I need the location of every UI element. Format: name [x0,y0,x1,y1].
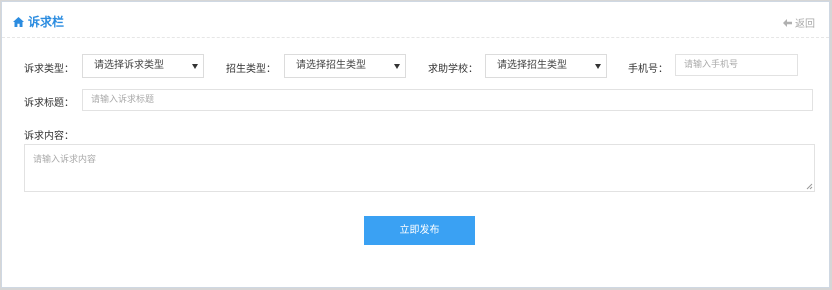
home-icon [13,16,24,27]
phone-label: 手机号： [628,64,668,75]
panel-title-text: 诉求栏 [28,15,65,29]
content-label: 诉求内容： [24,131,74,142]
appeal-type-value: 请选择诉求类型 [94,60,164,71]
school-label: 求助学校： [428,64,478,75]
appeal-panel: 诉求栏 返回 诉求类型： 请选择诉求类型 招生类型： 请选择招生类型 求助学校：… [1,1,830,288]
back-label: 返回 [795,19,815,30]
phone-input[interactable]: 请输入手机号 [675,54,798,76]
enroll-type-select[interactable]: 请选择招生类型 [284,54,406,78]
content-textarea[interactable]: 请输入诉求内容 [24,144,815,192]
panel-title: 诉求栏 [13,13,64,30]
enroll-type-label: 招生类型： [226,64,276,75]
caret-down-icon [394,64,400,69]
subject-label: 诉求标题： [24,98,74,109]
subject-input[interactable]: 请输入诉求标题 [82,89,813,111]
back-button[interactable]: 返回 [783,15,815,30]
caret-down-icon [595,64,601,69]
caret-down-icon [192,64,198,69]
arrow-left-icon [783,18,792,27]
appeal-type-select[interactable]: 请选择诉求类型 [82,54,204,78]
phone-placeholder: 请输入手机号 [684,60,739,70]
school-select[interactable]: 请选择招生类型 [485,54,607,78]
subject-placeholder: 请输入诉求标题 [91,95,155,105]
appeal-type-label: 诉求类型： [24,64,74,75]
resize-grip-icon[interactable] [806,183,813,190]
panel-header: 诉求栏 返回 [2,2,829,38]
school-value: 请选择招生类型 [497,60,567,71]
submit-button[interactable]: 立即发布 [364,216,475,245]
content-placeholder: 请输入诉求内容 [33,155,97,165]
enroll-type-value: 请选择招生类型 [296,60,366,71]
